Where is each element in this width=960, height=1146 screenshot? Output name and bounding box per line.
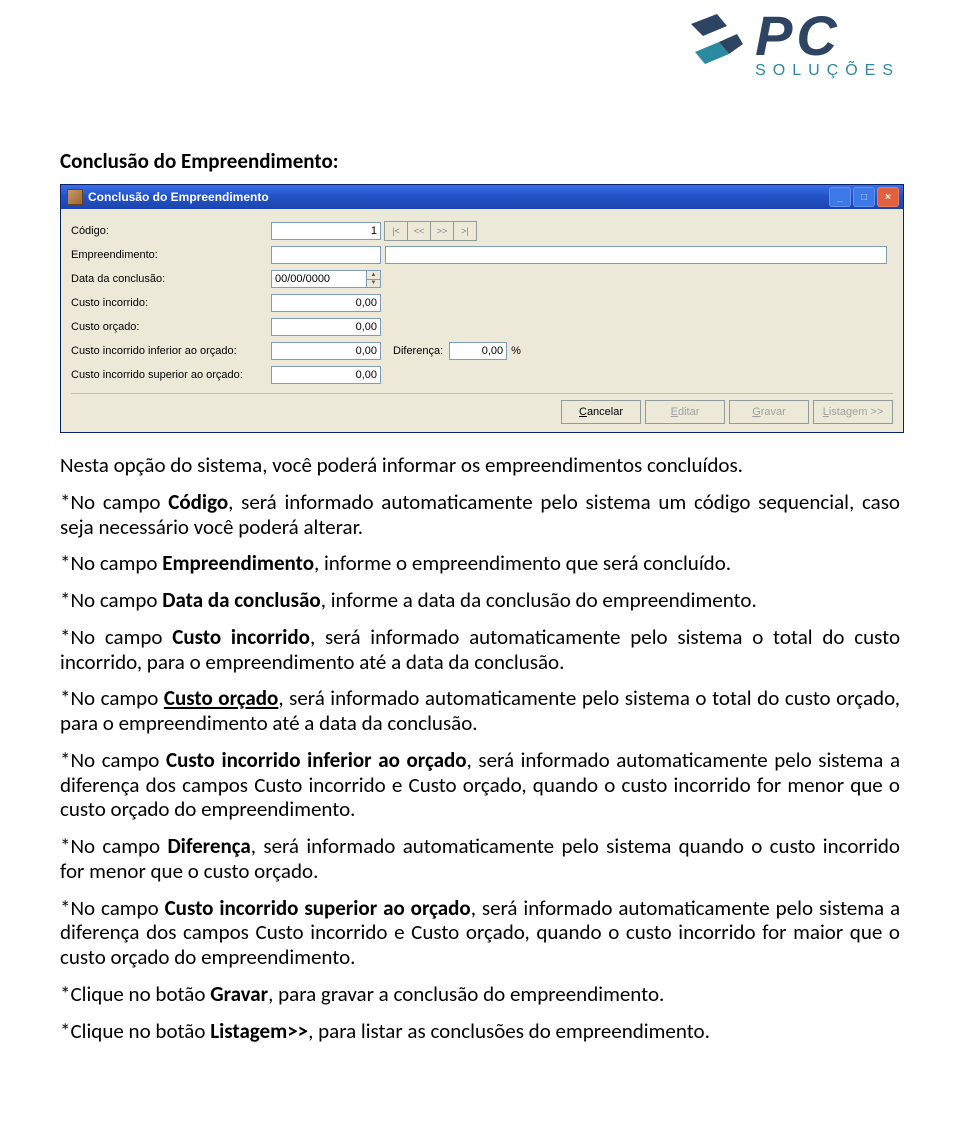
intro-paragraph: Nesta opção do sistema, você poderá info…	[60, 453, 900, 478]
listagem-button[interactable]: Listagem >>	[813, 400, 893, 424]
logo-subtitle: SOLUÇÕES	[755, 62, 900, 80]
window-titlebar: Conclusão do Empreendimento _ □ ×	[61, 185, 903, 209]
paragraph-custo-superior: *No campo Custo incorrido superior ao or…	[60, 896, 900, 970]
data-conclusao-input[interactable]: 00/00/0000	[271, 270, 367, 288]
brand-logo: PC SOLUÇÕES	[689, 12, 900, 84]
label-codigo: Código:	[71, 225, 271, 237]
percent-label: %	[511, 345, 521, 357]
form-window: Conclusão do Empreendimento _ □ × Código…	[60, 184, 904, 433]
paragraph-codigo: *No campo Código, será informado automat…	[60, 490, 900, 540]
cancelar-button[interactable]: Cancelar	[561, 400, 641, 424]
gravar-button[interactable]: Gravar	[729, 400, 809, 424]
codigo-input[interactable]: 1	[271, 222, 381, 240]
empreendimento-name-input[interactable]	[385, 246, 887, 264]
window-app-icon	[67, 189, 83, 205]
document-body: Nesta opção do sistema, você poderá info…	[60, 453, 900, 1044]
empreendimento-code-input[interactable]	[271, 246, 381, 264]
custo-superior-input[interactable]: 0,00	[271, 366, 381, 384]
nav-next-button[interactable]: >>	[430, 221, 454, 241]
spinner-down-icon: ▼	[367, 280, 380, 288]
paragraph-custo-orcado: *No campo Custo orçado, será informado a…	[60, 686, 900, 736]
label-custo-orcado: Custo orçado:	[71, 321, 271, 333]
window-title-text: Conclusão do Empreendimento	[88, 190, 829, 204]
close-button[interactable]: ×	[877, 187, 899, 207]
nav-last-button[interactable]: >|	[453, 221, 477, 241]
paragraph-custo-inferior: *No campo Custo incorrido inferior ao or…	[60, 748, 900, 822]
label-custo-inferior: Custo incorrido inferior ao orçado:	[71, 345, 271, 357]
custo-inferior-input[interactable]: 0,00	[271, 342, 381, 360]
section-title: Conclusão do Empreendimento:	[60, 148, 900, 174]
custo-incorrido-input[interactable]: 0,00	[271, 294, 381, 312]
paragraph-diferenca: *No campo Diferença, será informado auto…	[60, 834, 900, 884]
paragraph-data-conclusao: *No campo Data da conclusão, informe a d…	[60, 588, 900, 613]
paragraph-custo-incorrido: *No campo Custo incorrido, será informad…	[60, 625, 900, 675]
editar-button[interactable]: Editar	[645, 400, 725, 424]
paragraph-empreendimento: *No campo Empreendimento, informe o empr…	[60, 551, 900, 576]
logo-brand-text: PC	[755, 8, 900, 64]
label-diferenca: Diferença:	[393, 345, 443, 357]
custo-orcado-input[interactable]: 0,00	[271, 318, 381, 336]
label-empreendimento: Empreendimento:	[71, 249, 271, 261]
minimize-button[interactable]: _	[829, 187, 851, 207]
maximize-button[interactable]: □	[853, 187, 875, 207]
paragraph-listagem: *Clique no botão Listagem>>, para listar…	[60, 1019, 900, 1044]
paragraph-gravar: *Clique no botão Gravar, para gravar a c…	[60, 982, 900, 1007]
label-custo-incorrido: Custo incorrido:	[71, 297, 271, 309]
logo-mark-icon	[689, 12, 747, 84]
diferenca-input[interactable]: 0,00	[449, 342, 507, 360]
spinner-up-icon: ▲	[367, 271, 380, 280]
nav-prev-button[interactable]: <<	[407, 221, 431, 241]
date-spinner[interactable]: ▲▼	[367, 270, 381, 288]
label-data-conclusao: Data da conclusão:	[71, 273, 271, 285]
nav-first-button[interactable]: |<	[384, 221, 408, 241]
label-custo-superior: Custo incorrido superior ao orçado:	[71, 369, 271, 381]
